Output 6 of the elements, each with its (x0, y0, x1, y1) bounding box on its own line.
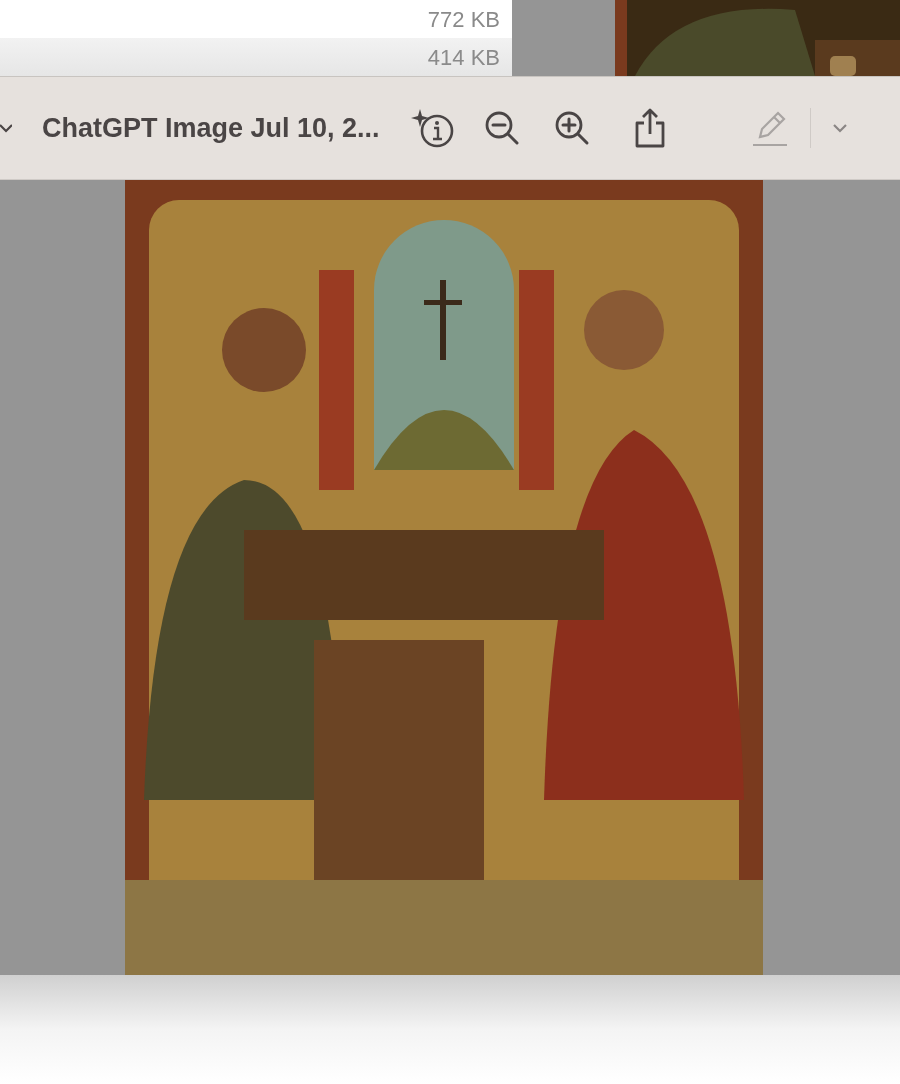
file-row[interactable]: 414 KB (0, 38, 512, 76)
window-title: ChatGPT Image Jul 10, 2... (42, 111, 380, 145)
chevron-down-icon[interactable] (0, 123, 12, 133)
zoom-out-icon[interactable] (483, 110, 520, 146)
share-icon[interactable] (633, 108, 666, 148)
zoom-in-icon[interactable] (553, 110, 590, 146)
